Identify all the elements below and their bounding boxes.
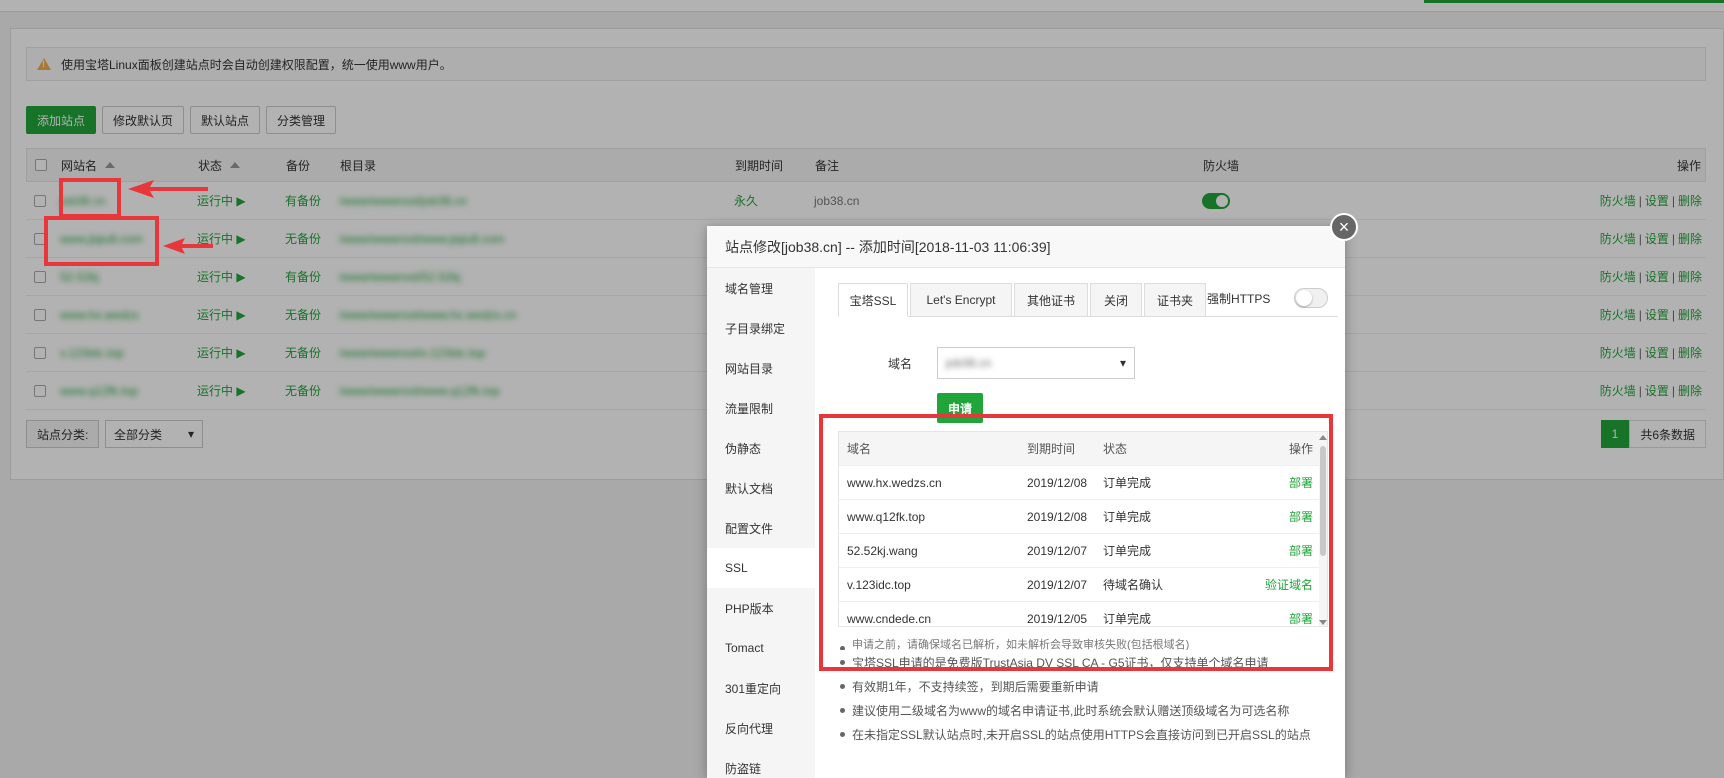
sidebar-item[interactable]: 防盗链 (707, 748, 815, 778)
sidebar-item[interactable]: 域名管理 (707, 268, 815, 308)
sidebar-item[interactable]: SSL (707, 548, 815, 588)
annotation-arrow (163, 238, 213, 254)
caret-down-icon: ▾ (1119, 356, 1126, 370)
domain-select[interactable]: job38.cn ▾ (937, 347, 1135, 379)
note-item: 建议使用二级域名为www的域名申请证书,此时系统会默认赠送顶级域名为可选名称 (838, 698, 1333, 722)
annotation-box (44, 216, 159, 266)
tab-close[interactable]: 关闭 (1090, 283, 1142, 317)
sidebar-item[interactable]: 流量限制 (707, 388, 815, 428)
domain-label: 域名 (888, 356, 913, 371)
sidebar-item[interactable]: Tomact (707, 628, 815, 668)
force-https-toggle[interactable] (1294, 288, 1328, 308)
annotation-box (59, 178, 121, 218)
note-item: 有效期1年，不支持续签，到期后需要重新申请 (838, 674, 1333, 698)
close-icon[interactable]: × (1330, 213, 1358, 241)
annotation-arrow (128, 180, 208, 198)
tab-cert-folder[interactable]: 证书夹 (1144, 283, 1206, 317)
dialog-sidebar: 域名管理 子目录绑定 网站目录 流量限制 伪静态 默认文档 配置文件 SSL PHP版本 Toma… (707, 268, 815, 778)
sidebar-item[interactable]: 配置文件 (707, 508, 815, 548)
dialog-title: 站点修改[job38.cn] -- 添加时间[2018-11-03 11:06:… (707, 226, 1345, 268)
note-item: 在未指定SSL默认站点时,未开启SSL的站点使用HTTPS会直接访问到已开启SS… (838, 722, 1333, 746)
tab-baota-ssl[interactable]: 宝塔SSL (838, 283, 908, 317)
sidebar-item[interactable]: 伪静态 (707, 428, 815, 468)
sidebar-item[interactable]: 301重定向 (707, 668, 815, 708)
annotation-box (819, 414, 1333, 671)
sidebar-item[interactable]: 默认文档 (707, 468, 815, 508)
sidebar-item[interactable]: 反向代理 (707, 708, 815, 748)
force-https-label: 强制HTTPS (1207, 291, 1271, 306)
sidebar-item[interactable]: 子目录绑定 (707, 308, 815, 348)
tab-lets-encrypt[interactable]: Let's Encrypt (910, 283, 1012, 317)
sidebar-item[interactable]: 网站目录 (707, 348, 815, 388)
tab-other-cert[interactable]: 其他证书 (1014, 283, 1088, 317)
sidebar-item[interactable]: PHP版本 (707, 588, 815, 628)
